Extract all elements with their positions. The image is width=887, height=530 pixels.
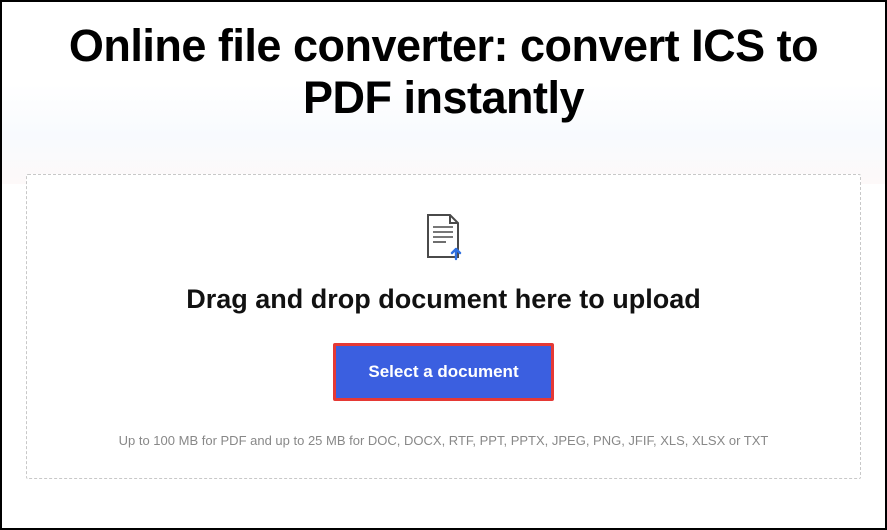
upload-container: Drag and drop document here to upload Se… — [2, 174, 885, 503]
document-upload-icon — [424, 213, 464, 266]
page-title: Online file converter: convert ICS to PD… — [22, 20, 865, 124]
drop-instruction: Drag and drop document here to upload — [47, 284, 840, 315]
drop-zone[interactable]: Drag and drop document here to upload Se… — [26, 174, 861, 479]
select-button-highlight: Select a document — [333, 343, 553, 401]
file-limits-text: Up to 100 MB for PDF and up to 25 MB for… — [47, 433, 840, 448]
hero-section: Online file converter: convert ICS to PD… — [2, 2, 885, 184]
select-document-button[interactable]: Select a document — [336, 346, 550, 398]
